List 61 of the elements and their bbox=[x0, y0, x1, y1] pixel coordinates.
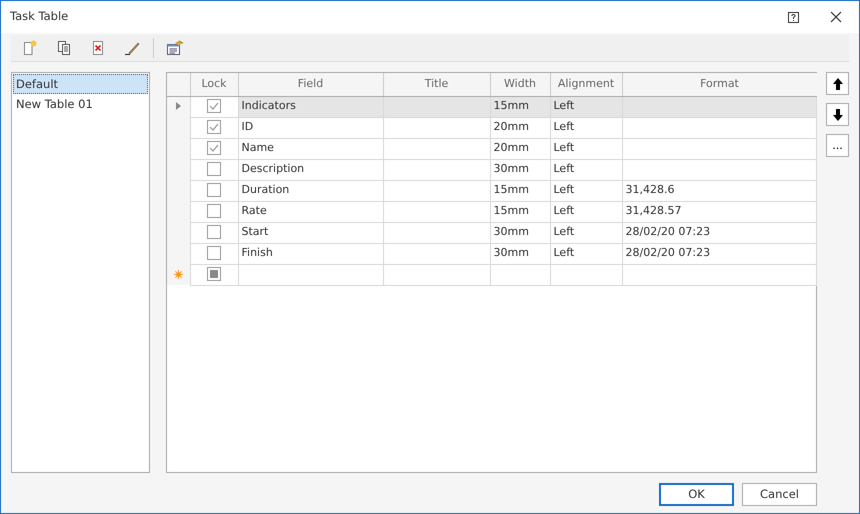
table-cell: 28/02/20 07:23 bbox=[622, 243, 816, 264]
column-header[interactable]: Width bbox=[490, 73, 550, 96]
move-up-button[interactable] bbox=[826, 72, 849, 95]
table-cell: 15mm bbox=[490, 96, 550, 117]
window-title: Task Table bbox=[10, 8, 70, 26]
more-button[interactable]: ... bbox=[826, 134, 849, 157]
table-cell: Name bbox=[238, 138, 383, 159]
column-header[interactable]: Format bbox=[622, 73, 816, 96]
lock-checkbox[interactable] bbox=[207, 162, 221, 176]
copy-document-icon bbox=[56, 40, 72, 56]
lock-checkbox[interactable] bbox=[207, 99, 221, 114]
current-row-icon bbox=[176, 102, 181, 110]
table-cell: 20mm bbox=[490, 117, 550, 138]
table-cell: 30mm bbox=[490, 222, 550, 243]
lock-checkbox[interactable] bbox=[207, 225, 221, 240]
down-arrow-icon bbox=[832, 108, 842, 120]
properties-icon bbox=[166, 40, 184, 56]
table-cell: Rate bbox=[238, 201, 383, 222]
column-header[interactable]: Lock bbox=[190, 73, 238, 96]
table-cell: Left bbox=[550, 117, 622, 138]
table-cell: Left bbox=[550, 138, 622, 159]
lock-checkbox[interactable] bbox=[207, 141, 221, 156]
lock-checkbox[interactable] bbox=[207, 204, 221, 218]
table-cell: Description bbox=[238, 159, 383, 180]
table-cell: Left bbox=[550, 180, 622, 201]
column-header[interactable]: Title bbox=[383, 73, 490, 96]
new-row-icon bbox=[174, 270, 183, 279]
column-header[interactable]: Alignment bbox=[550, 73, 622, 96]
move-down-button[interactable] bbox=[826, 103, 849, 126]
table-cell: ID bbox=[238, 117, 383, 138]
table-cell: 30mm bbox=[490, 159, 550, 180]
column-header[interactable]: Field bbox=[238, 73, 383, 96]
table-cell: Left bbox=[550, 96, 622, 117]
lock-checkbox[interactable] bbox=[207, 183, 221, 198]
table-cell: 15mm bbox=[490, 180, 550, 201]
table-cell: Left bbox=[550, 222, 622, 243]
delete-document-icon bbox=[90, 40, 106, 56]
table-cell: Left bbox=[550, 159, 622, 180]
lock-checkbox[interactable] bbox=[207, 246, 221, 260]
table-cell: Duration bbox=[238, 180, 383, 201]
table-cell: 31,428.57 bbox=[622, 201, 816, 222]
new-document-icon bbox=[22, 40, 38, 56]
up-arrow-icon bbox=[832, 78, 842, 90]
table-cell: 31,428.6 bbox=[622, 180, 816, 201]
close-icon bbox=[830, 11, 842, 23]
table-cell: Left bbox=[550, 201, 622, 222]
pencil-icon bbox=[124, 40, 140, 56]
table-cell: Left bbox=[550, 243, 622, 264]
table-cell: 30mm bbox=[490, 243, 550, 264]
dialog-button[interactable]: Cancel bbox=[742, 483, 817, 506]
lock-checkbox[interactable] bbox=[207, 267, 221, 282]
help-icon bbox=[788, 12, 798, 22]
table-cell: 20mm bbox=[490, 138, 550, 159]
table-cell: 15mm bbox=[490, 201, 550, 222]
table-cell: Finish bbox=[238, 243, 383, 264]
lock-checkbox[interactable] bbox=[207, 120, 221, 134]
table-cell: Indicators bbox=[238, 96, 383, 117]
dialog-button[interactable]: OK bbox=[659, 483, 734, 506]
table-list-item[interactable]: Default bbox=[13, 74, 148, 94]
table-cell: 28/02/20 07:23 bbox=[622, 222, 816, 243]
table-cell: Start bbox=[238, 222, 383, 243]
